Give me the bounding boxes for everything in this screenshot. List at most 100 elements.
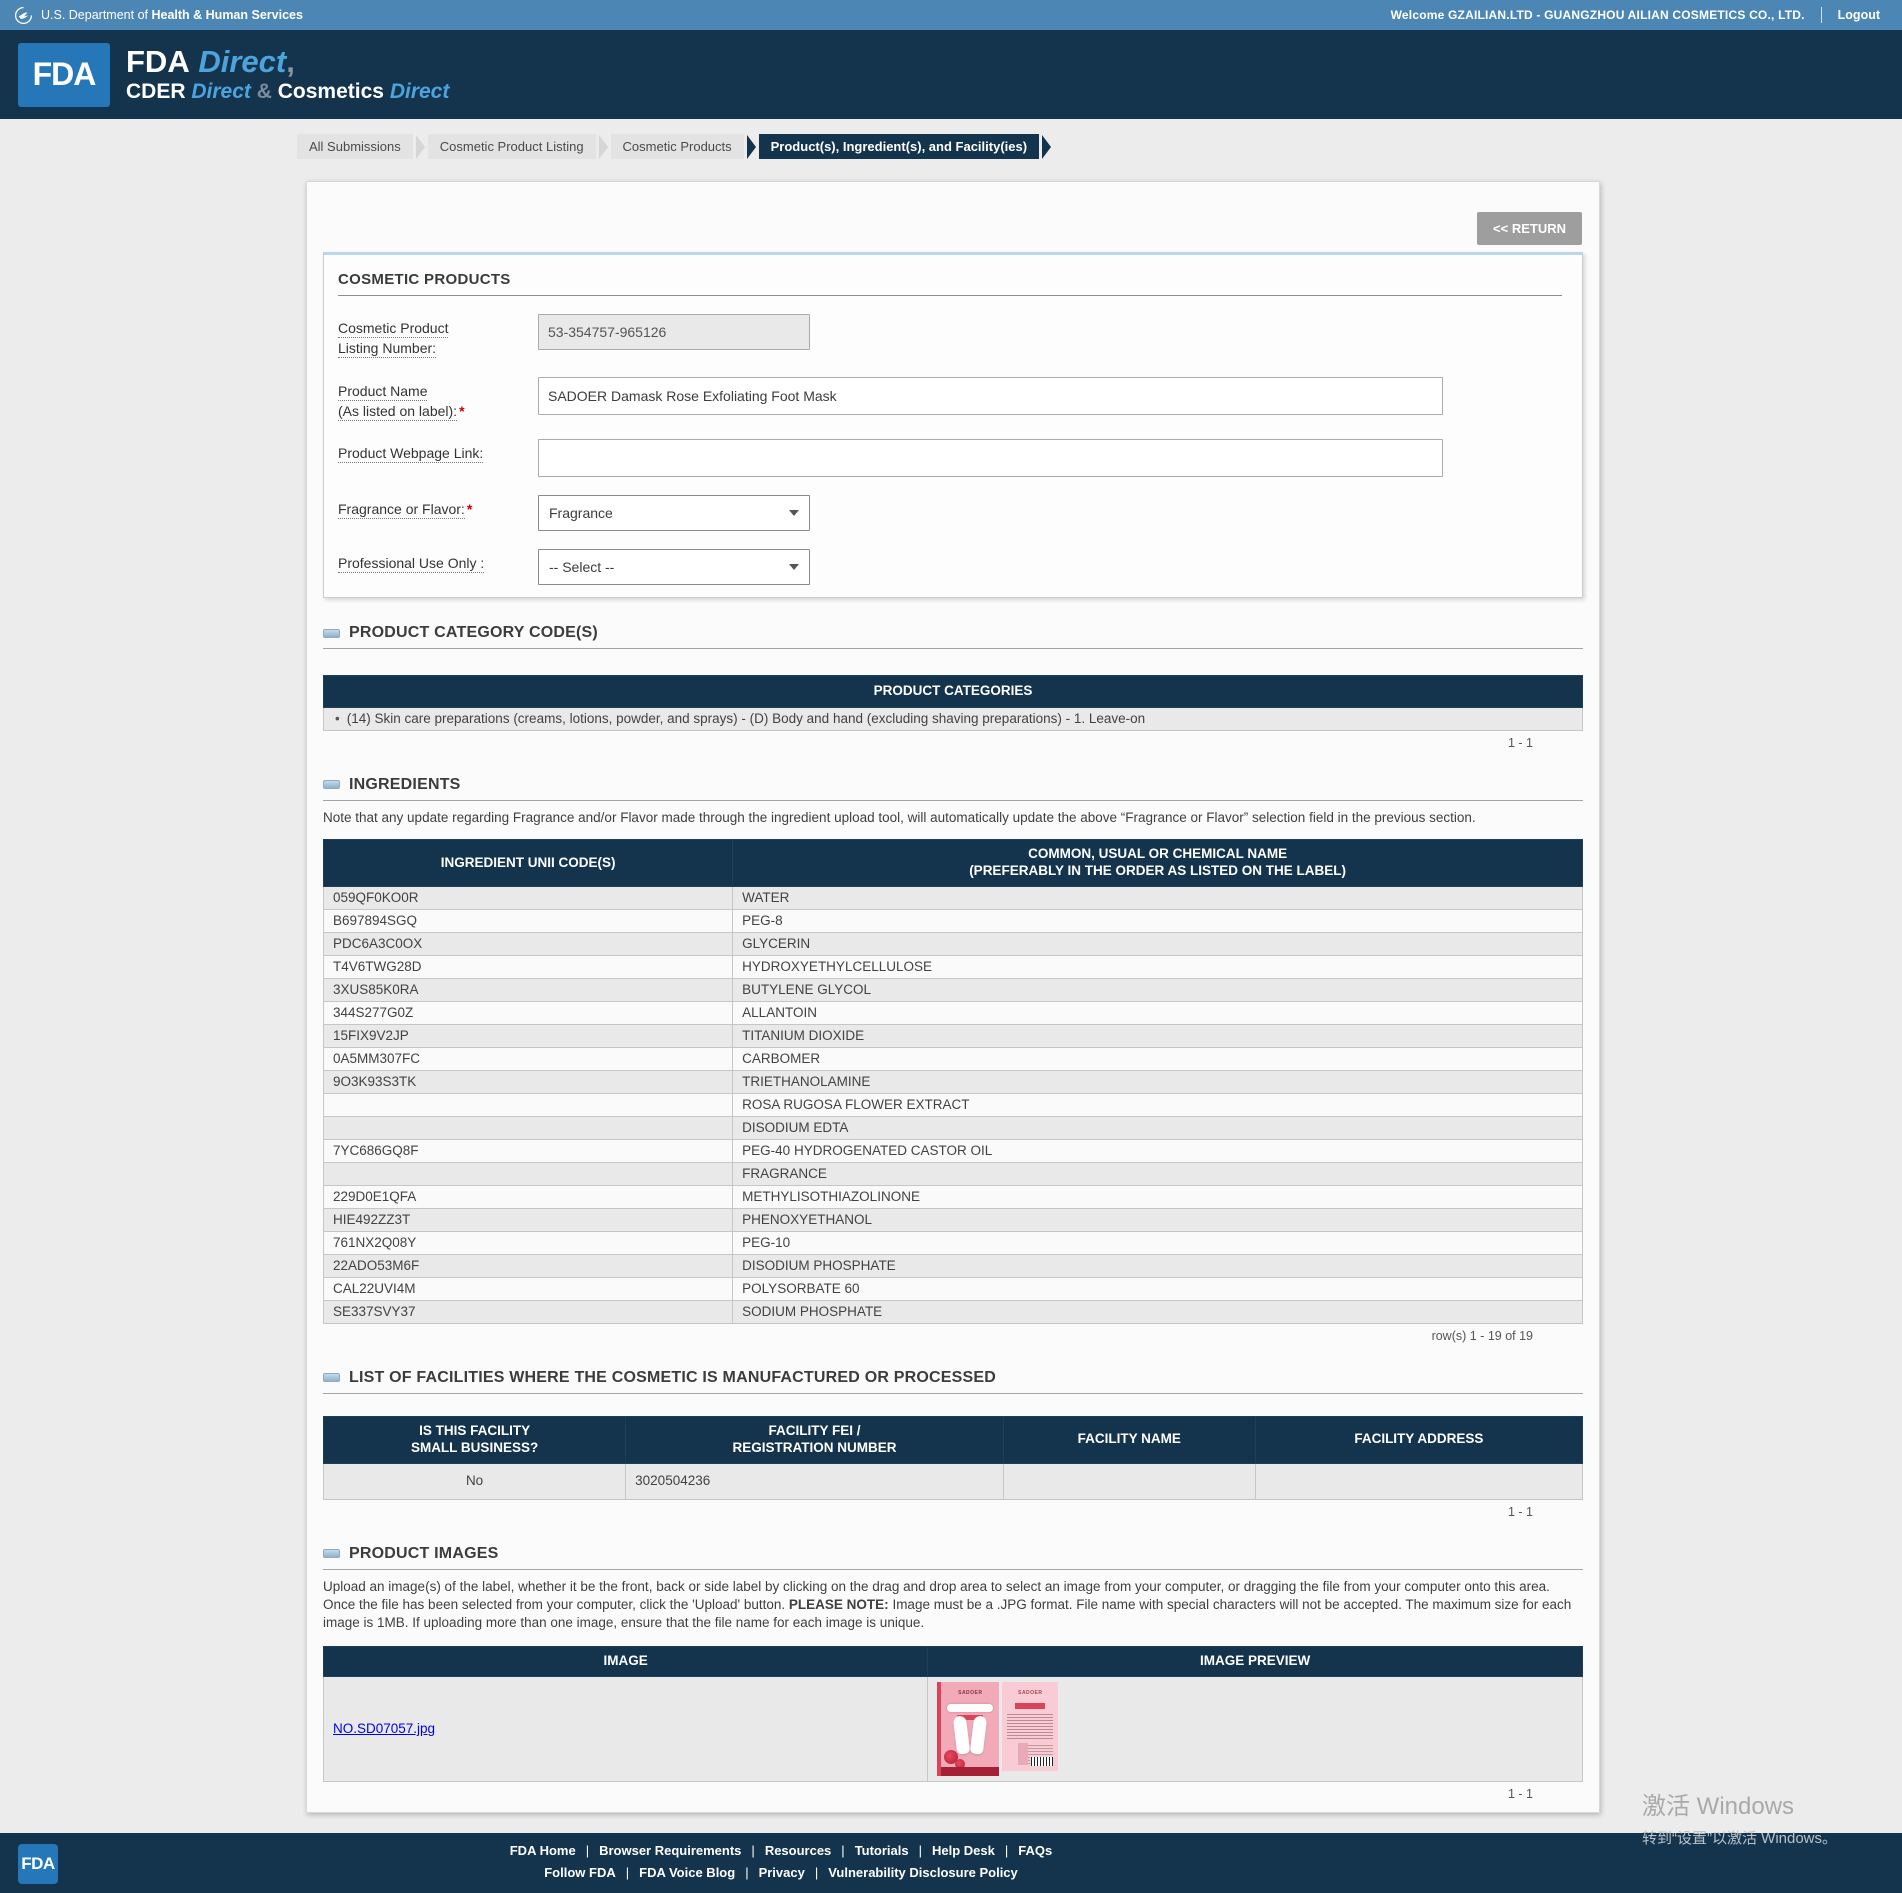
ingredient-name-cell: DISODIUM PHOSPHATE [733,1254,1583,1277]
product-name-label-line2: (As listed on label): [338,403,457,421]
facilities-table: IS THIS FACILITY SMALL BUSINESS? FACILIT… [323,1416,1583,1500]
upload-note-bold: PLEASE NOTE: [789,1597,889,1612]
breadcrumb-arrow-icon [747,135,756,159]
footer-link-row-2: Follow FDAFDA Voice BlogPrivacyVulnerabi… [0,1865,1562,1880]
section-title: LIST OF FACILITIES WHERE THE COSMETIC IS… [349,1369,996,1387]
unii-code-cell: 22ADO53M6F [324,1254,733,1277]
brand-cder-direct: Direct [191,80,251,103]
breadcrumb-arrow-icon [416,135,425,159]
ingredient-name-cell: TRIETHANOLAMINE [733,1070,1583,1093]
unii-code-cell [324,1093,733,1116]
col1-line1: IS THIS FACILITY [332,1423,617,1440]
logout-link[interactable]: Logout [1838,8,1880,22]
ingredient-name-cell: BUTYLENE GLYCOL [733,978,1583,1001]
footer-link[interactable]: Vulnerability Disclosure Policy [805,1865,1018,1880]
table-row: 15FIX9V2JP TITANIUM DIOXIDE [324,1024,1583,1047]
app-header: FDA FDA Direct, CDER Direct & Cosmetics … [0,30,1902,119]
collapse-icon[interactable] [323,629,340,638]
footer-link[interactable]: Resources [741,1843,831,1858]
preview-brand-text: SADOER [941,1682,999,1701]
table-row: HIE492ZZ3T PHENOXYETHANOL [324,1208,1583,1231]
return-button[interactable]: << RETURN [1477,212,1582,245]
image-file-cell: NO.SD07057.jpg [324,1677,928,1782]
page: U.S. Department of Health & Human Servic… [0,0,1902,1893]
table-row: 059QF0KO0R WATER [324,886,1583,909]
product-images-table: IMAGE IMAGE PREVIEW NO.SD07057.jpg SADOE… [323,1646,1583,1782]
listing-label-line1: Cosmetic Product [338,320,448,338]
table-row: ROSA RUGOSA FLOWER EXTRACT [324,1093,1583,1116]
footer-link[interactable]: Tutorials [831,1843,908,1858]
table-row: •(14) Skin care preparations (creams, lo… [324,707,1583,730]
breadcrumb-cosmetic-product-listing[interactable]: Cosmetic Product Listing [428,134,596,159]
section-facilities: LIST OF FACILITIES WHERE THE COSMETIC IS… [323,1369,1583,1519]
ingredient-name-cell: CARBOMER [733,1047,1583,1070]
pagination: 1 - 1 [323,731,1583,750]
watermark-line1: 激活 Windows [1642,1786,1837,1821]
col2-line2: REGISTRATION NUMBER [634,1440,995,1457]
column-header-facility-address: FACILITY ADDRESS [1255,1416,1582,1463]
unii-code-cell: 344S277G0Z [324,1001,733,1024]
breadcrumb-arrow-icon [1042,135,1051,159]
breadcrumb-cosmetic-products[interactable]: Cosmetic Products [611,134,744,159]
webpage-link-field[interactable] [538,439,1443,477]
ingredient-name-cell: PEG-8 [733,909,1583,932]
table-row: B697894SGQ PEG-8 [324,909,1583,932]
fda-logo: FDA [18,43,110,107]
breadcrumb-arrow-icon [599,135,608,159]
listing-number-label: Cosmetic Product Listing Number: [338,314,538,359]
footer-link[interactable]: FDA Home [510,1843,576,1858]
unii-code-cell: 7YC686GQ8F [324,1139,733,1162]
welcome-text: Welcome GZAILIAN.LTD - GUANGZHOU AILIAN … [1391,8,1805,22]
form-row-webpage-link: Product Webpage Link: [338,439,1562,477]
ingredient-name-cell: PHENOXYETHANOL [733,1208,1583,1231]
breadcrumb-all-submissions[interactable]: All Submissions [297,134,413,159]
ingredient-name-cell: GLYCERIN [733,932,1583,955]
table-row: DISODIUM EDTA [324,1116,1583,1139]
section-header: PRODUCT CATEGORY CODE(S) [323,624,1583,649]
footer-link[interactable]: FDA Voice Blog [616,1865,735,1880]
collapse-icon[interactable] [323,780,340,789]
unii-code-cell: CAL22UVI4M [324,1277,733,1300]
professional-use-select[interactable]: -- Select -- [538,549,810,585]
column-header-facility-name: FACILITY NAME [1003,1416,1255,1463]
preview-back-label: SADOER [1002,1682,1058,1771]
col2-line1: FACILITY FEI / [634,1423,995,1440]
fragrance-select[interactable]: Fragrance [538,495,810,531]
footer-links: FDA HomeBrowser RequirementsResourcesTut… [0,1843,1562,1887]
dept-name: Health & Human Services [151,8,302,22]
image-file-link[interactable]: NO.SD07057.jpg [333,1721,435,1736]
professional-use-label: Professional Use Only : [338,549,538,573]
footer-link[interactable]: Help Desk [909,1843,995,1858]
product-name-field[interactable]: SADOER Damask Rose Exfoliating Foot Mask [538,377,1443,415]
professional-use-label-text: Professional Use Only : [338,555,484,573]
ingredient-name-cell: TITANIUM DIOXIDE [733,1024,1583,1047]
ingredient-name-cell: WATER [733,886,1583,909]
preview-front-label: SADOER [937,1682,999,1776]
unii-code-cell: 3XUS85K0RA [324,978,733,1001]
unii-code-cell: PDC6A3C0OX [324,932,733,955]
brand-cosmetics-direct: Direct [390,80,450,103]
brand-amp: & [257,80,272,103]
ingredient-name-cell: FRAGRANCE [733,1162,1583,1185]
feet-art [953,1715,971,1754]
table-row: SE337SVY37 SODIUM PHOSPHATE [324,1300,1583,1323]
footer-link[interactable]: Browser Requirements [576,1843,742,1858]
collapse-icon[interactable] [323,1549,340,1558]
preview-bottom-strip [941,1767,999,1776]
footer-link[interactable]: Privacy [735,1865,805,1880]
unii-code-cell: SE337SVY37 [324,1300,733,1323]
utility-bar: U.S. Department of Health & Human Servic… [0,0,1902,30]
hhs-department-label: U.S. Department of Health & Human Servic… [41,8,303,22]
collapse-icon[interactable] [323,1373,340,1382]
column-header-image-preview: IMAGE PREVIEW [928,1647,1583,1677]
footer-link[interactable]: Follow FDA [544,1865,616,1880]
table-row: CAL22UVI4M POLYSORBATE 60 [324,1277,1583,1300]
app-footer: FDA FDA HomeBrowser RequirementsResource… [0,1833,1902,1893]
brand-suffix: , [286,44,295,79]
unii-code-cell: 15FIX9V2JP [324,1024,733,1047]
hhs-eagle-icon [14,6,33,25]
ingredient-name-cell: PEG-10 [733,1231,1583,1254]
pagination: 1 - 1 [323,1782,1583,1801]
footer-link[interactable]: FAQs [995,1843,1052,1858]
column-header-unii: INGREDIENT UNII CODE(S) [324,840,733,887]
